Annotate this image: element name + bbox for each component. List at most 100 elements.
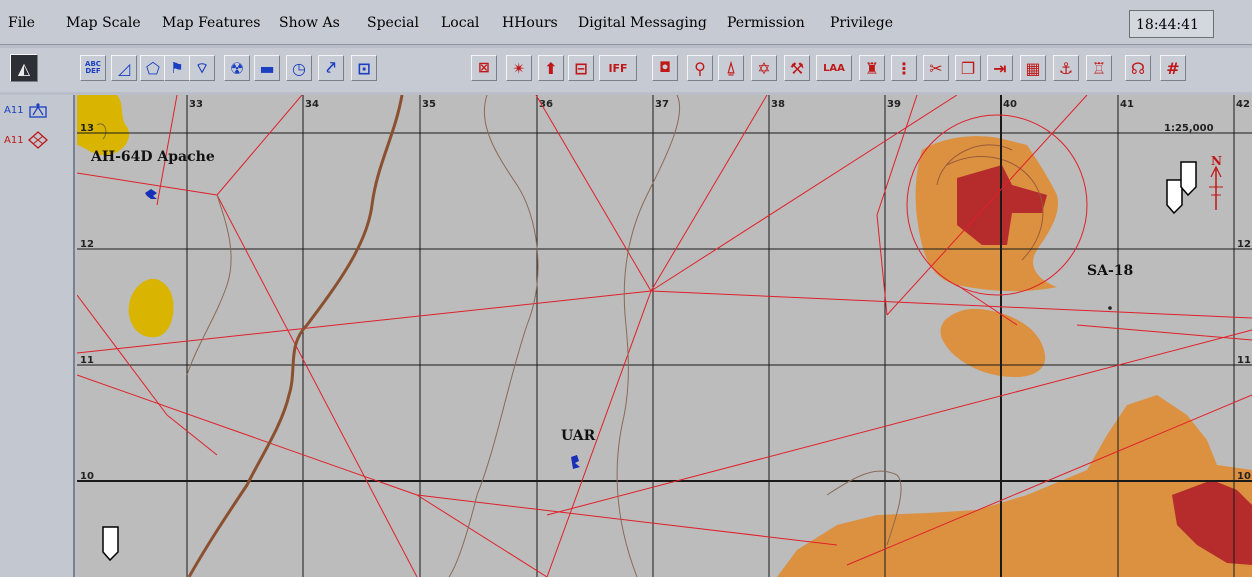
grid-row-label: 11 [80, 355, 94, 366]
tactical-map[interactable]: 33 34 35 36 37 38 39 40 41 42 13 12 11 1… [77, 95, 1252, 577]
radio-button[interactable]: ⊟ [568, 55, 594, 81]
tower-button[interactable]: ♖ [1086, 55, 1112, 81]
radio-icon: ⊟ [574, 58, 588, 78]
clock-button[interactable]: ◷ [286, 55, 312, 81]
star-icon: ✡ [757, 58, 771, 78]
grid-col-label: 33 [189, 99, 203, 110]
hostile-unit-icon [27, 131, 48, 149]
unit-id: A11 [4, 104, 24, 116]
iff-icon: IFF [608, 61, 628, 75]
tower-icon: ♖ [1091, 58, 1107, 78]
unit-list-item[interactable]: A11 [4, 131, 48, 149]
area-tool-button[interactable]: ◿ [111, 55, 137, 81]
import-button[interactable]: ⇥ [987, 55, 1013, 81]
menu-map-features[interactable]: Map Features [162, 15, 260, 31]
camera-icon: ◘ [659, 60, 671, 76]
grid-row-label: 12 [1237, 239, 1251, 250]
clock-icon: ◷ [292, 58, 306, 78]
grid-col-label: 42 [1236, 99, 1250, 110]
menu-bar: File Map Scale Map Features Show As Spec… [0, 0, 1252, 45]
menu-privilege[interactable]: Privilege [830, 15, 893, 31]
route-icon: ⤤ [326, 58, 336, 77]
import-icon: ⇥ [993, 58, 1007, 78]
hash-icon: # [1166, 58, 1180, 78]
hammer-button[interactable]: ⚒ [784, 55, 810, 81]
dots-arrow-icon: ⋮ [896, 58, 912, 78]
scissors-icon: ✂ [929, 58, 943, 78]
map-scale-label: 1:25,000 [1164, 123, 1214, 134]
unit-marker-button[interactable]: ⌔ [189, 55, 215, 81]
obstacle-button[interactable]: ✴ [506, 55, 532, 81]
nuclear-button[interactable]: ☢ [224, 55, 250, 81]
waypoint-marker[interactable] [102, 526, 119, 562]
bell-icon: ⍙ [726, 58, 736, 77]
grid-col-label: 41 [1120, 99, 1134, 110]
mixed-symbols-icon: ⊠ [478, 60, 490, 76]
menu-special[interactable]: Special [367, 15, 419, 31]
laa-icon: LAA [823, 62, 845, 74]
grid-row-label: 12 [80, 239, 94, 250]
menu-hhours[interactable]: HHours [502, 15, 558, 31]
pointer-icon: ◭ [17, 58, 31, 78]
route-button[interactable]: ⤤ [318, 55, 344, 81]
grid-col-label: 37 [655, 99, 669, 110]
headphones-icon: ☊ [1130, 58, 1146, 78]
north-label: N [1211, 154, 1222, 168]
search-button[interactable]: ⚲ [687, 55, 713, 81]
mixed-symbols-button[interactable]: ⊠ [471, 55, 497, 81]
window-button[interactable]: ⊡ [351, 55, 377, 81]
uar-label: UAR [561, 428, 596, 444]
menu-file[interactable]: File [8, 15, 35, 31]
pyramid-button[interactable]: ♜ [859, 55, 885, 81]
grid-col-label: 34 [305, 99, 319, 110]
pyramid-icon: ♜ [864, 58, 880, 78]
copy-button[interactable]: ❐ [955, 55, 981, 81]
dots-arrow-button[interactable]: ⋮ [891, 55, 917, 81]
sa18-marker[interactable] [1108, 306, 1112, 310]
menu-digital-messaging[interactable]: Digital Messaging [578, 15, 707, 31]
menu-local[interactable]: Local [441, 15, 479, 31]
menu-permission[interactable]: Permission [727, 15, 805, 31]
obstacle-icon: ✴ [512, 58, 526, 78]
abc-def-text-icon: ABC DEF [85, 60, 101, 75]
unit-id: A11 [4, 134, 24, 146]
iff-button[interactable]: IFF [599, 55, 637, 81]
tank-button[interactable]: ▬ [254, 55, 280, 81]
sa18-label: SA-18 [1087, 263, 1133, 279]
scissors-button[interactable]: ✂ [923, 55, 949, 81]
polygon-tool-button[interactable]: ⬠ [140, 55, 166, 81]
menu-show-as[interactable]: Show As [279, 15, 340, 31]
unit-marker-icon: ⌔ [194, 58, 210, 77]
bell-button[interactable]: ⍙ [718, 55, 744, 81]
camera-button[interactable]: ◘ [652, 55, 678, 81]
grid-row-label: 10 [80, 471, 94, 482]
anchor-button[interactable]: ⚓ [1053, 55, 1079, 81]
grid-edit-button[interactable]: ▦ [1020, 55, 1046, 81]
hammer-icon: ⚒ [789, 58, 805, 78]
anchor-icon: ⚓ [1058, 58, 1074, 78]
laa-button[interactable]: LAA [816, 55, 852, 81]
grid-row-label: 13 [80, 123, 94, 134]
flag-tool-button[interactable]: ⚑ [164, 55, 190, 81]
apache-label: AH-64D Apache [90, 149, 215, 165]
flag-icon: ⚑ [170, 59, 184, 77]
grid-edit-icon: ▦ [1025, 58, 1041, 78]
tank-icon: ▬ [259, 58, 275, 78]
headphones-button[interactable]: ☊ [1125, 55, 1151, 81]
grid-row-label: 11 [1237, 355, 1251, 366]
menu-map-scale[interactable]: Map Scale [66, 15, 141, 31]
select-pointer-button[interactable]: ◭ [10, 54, 38, 82]
hash-button[interactable]: # [1160, 55, 1186, 81]
unit-list-panel: A11 A11 [0, 95, 75, 577]
clock-display: 18:44:41 [1129, 10, 1214, 38]
arrow-up-icon: ⬆ [544, 58, 558, 78]
unit-list-item[interactable]: A11 [4, 101, 48, 119]
nuclear-icon: ☢ [229, 58, 245, 78]
grid-col-label: 40 [1003, 99, 1017, 110]
text-tool-button[interactable]: ABC DEF [80, 55, 106, 81]
star-button[interactable]: ✡ [751, 55, 777, 81]
grid-row-label: 10 [1237, 471, 1251, 482]
grid-col-label: 39 [887, 99, 901, 110]
grid-col-label: 35 [422, 99, 436, 110]
arrow-up-button[interactable]: ⬆ [538, 55, 564, 81]
